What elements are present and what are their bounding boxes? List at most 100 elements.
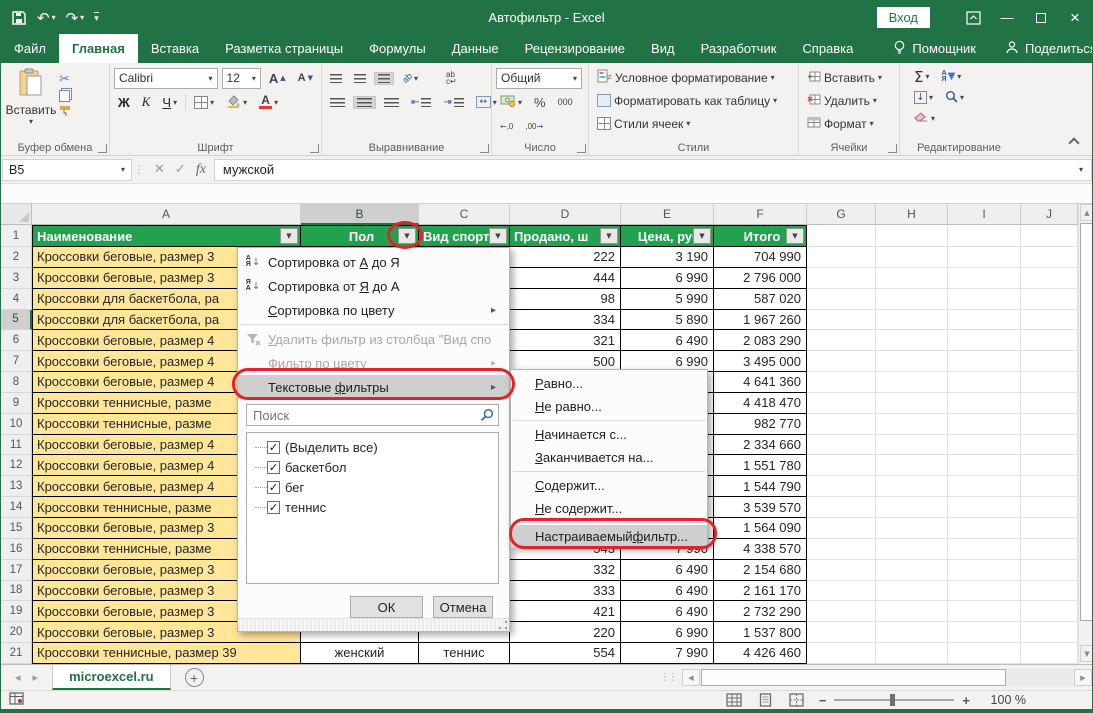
filter-menu-item[interactable]: АЯ↓Сортировка от А до Я xyxy=(238,250,509,274)
cell[interactable] xyxy=(948,581,1021,602)
decrease-indent-button[interactable]: ⇤ xyxy=(407,95,435,110)
row-header[interactable]: 2 xyxy=(1,247,32,268)
row-header[interactable]: 3 xyxy=(1,268,32,289)
row-header[interactable]: 7 xyxy=(1,351,32,372)
cell[interactable]: 3 190 xyxy=(621,247,714,268)
cell[interactable] xyxy=(948,393,1021,414)
align-bottom-button[interactable] xyxy=(374,72,394,85)
cell[interactable]: 2 161 170 xyxy=(714,581,807,602)
cell[interactable] xyxy=(876,268,948,289)
wrap-text-button[interactable]: abc↵ xyxy=(442,69,461,87)
cell[interactable] xyxy=(876,372,948,393)
font-color-button[interactable]: А▾ xyxy=(255,93,282,111)
cell[interactable]: 4 418 470 xyxy=(714,393,807,414)
row-header[interactable]: 1 xyxy=(1,225,32,247)
cell[interactable]: 98 xyxy=(510,289,621,310)
menu-resize-strip[interactable] xyxy=(238,618,509,631)
expand-formula-bar-icon[interactable]: ▾ xyxy=(1079,165,1083,174)
submenu-item[interactable]: Не содержит... xyxy=(511,497,707,520)
column-header-B[interactable]: B xyxy=(301,204,419,225)
cell[interactable] xyxy=(876,455,948,476)
bold-button[interactable]: Ж xyxy=(114,93,134,112)
filter-checkbox-item[interactable]: ✓бег xyxy=(249,477,496,497)
zoom-slider-thumb[interactable] xyxy=(890,694,895,706)
cell[interactable] xyxy=(807,581,876,602)
borders-button[interactable]: ▾ xyxy=(190,94,218,111)
cell[interactable] xyxy=(1021,581,1078,602)
select-all-corner[interactable] xyxy=(1,204,32,225)
cell[interactable] xyxy=(807,268,876,289)
cut-icon[interactable]: ✂ xyxy=(59,72,71,87)
ribbon-tab[interactable]: Справка xyxy=(789,34,866,63)
comma-style-button[interactable]: 000 xyxy=(554,95,577,109)
cell[interactable] xyxy=(876,643,948,664)
cell[interactable]: 333 xyxy=(510,581,621,602)
customize-qat-icon[interactable]: ▾ xyxy=(94,12,99,24)
cell[interactable] xyxy=(1021,289,1078,310)
zoom-in-icon[interactable]: + xyxy=(962,693,970,708)
cell[interactable] xyxy=(1021,497,1078,518)
cell[interactable]: 554 xyxy=(510,643,621,664)
page-break-view-icon[interactable] xyxy=(788,693,805,708)
cell[interactable] xyxy=(876,310,948,331)
redo-icon[interactable]: ↷▾ xyxy=(66,9,85,27)
cell[interactable] xyxy=(948,497,1021,518)
row-header[interactable]: 17 xyxy=(1,560,32,581)
italic-button[interactable]: К xyxy=(138,92,155,112)
cell[interactable] xyxy=(948,518,1021,539)
decrease-decimal-button[interactable]: ,00→ xyxy=(521,120,547,133)
maximize-button[interactable] xyxy=(1024,1,1058,34)
cell[interactable] xyxy=(876,622,948,643)
cell[interactable]: 1 544 790 xyxy=(714,476,807,497)
macro-record-icon[interactable] xyxy=(9,692,24,708)
cell[interactable] xyxy=(1021,622,1078,643)
cell[interactable] xyxy=(948,330,1021,351)
cell[interactable]: 2 334 660 xyxy=(714,435,807,456)
increase-decimal-button[interactable]: ←,0 xyxy=(496,120,517,133)
filter-button[interactable]: ▼ xyxy=(280,228,298,244)
ribbon-tab[interactable]: Рецензирование xyxy=(512,34,638,63)
close-button[interactable]: × xyxy=(1058,1,1092,34)
cell[interactable]: теннис xyxy=(419,643,510,664)
align-center-button[interactable] xyxy=(353,96,376,109)
number-dialog-launcher[interactable] xyxy=(577,144,586,153)
cell[interactable] xyxy=(876,518,948,539)
cell[interactable] xyxy=(1021,539,1078,560)
undo-icon[interactable]: ↶▾ xyxy=(37,9,56,27)
cell[interactable]: 3 495 000 xyxy=(714,351,807,372)
fill-color-button[interactable]: ▾ xyxy=(222,92,251,113)
insert-function-icon[interactable]: fx xyxy=(196,162,206,178)
delete-cells-button[interactable]: Удалить▾ xyxy=(807,89,895,112)
next-sheet-icon[interactable]: ▸ xyxy=(33,671,39,684)
cell[interactable]: Кроссовки теннисные, размер 39 xyxy=(32,643,301,664)
row-header[interactable]: 8 xyxy=(1,372,32,393)
cell[interactable]: 1 551 780 xyxy=(714,455,807,476)
cell[interactable] xyxy=(807,560,876,581)
cell[interactable] xyxy=(1021,225,1078,247)
cell[interactable] xyxy=(948,435,1021,456)
cell[interactable] xyxy=(876,414,948,435)
column-header-A[interactable]: A xyxy=(32,204,301,225)
align-top-button[interactable] xyxy=(326,72,346,85)
cell[interactable] xyxy=(948,622,1021,643)
cell[interactable] xyxy=(807,414,876,435)
cell[interactable]: 1 537 800 xyxy=(714,622,807,643)
cell[interactable] xyxy=(948,225,1021,247)
font-size-select[interactable]: 12▾ xyxy=(222,68,261,89)
cell[interactable] xyxy=(948,247,1021,268)
cell[interactable]: 4 426 460 xyxy=(714,643,807,664)
ok-button[interactable]: ОК xyxy=(350,596,423,618)
vertical-scrollbar[interactable]: ▲ ▼ xyxy=(1078,204,1093,664)
share-button[interactable]: Поделиться xyxy=(989,34,1093,63)
find-select-button[interactable]: ▾ xyxy=(941,88,968,108)
cell[interactable] xyxy=(876,560,948,581)
fill-button[interactable]: ↓▾ xyxy=(910,89,937,106)
cell[interactable] xyxy=(1021,414,1078,435)
cell[interactable] xyxy=(807,622,876,643)
cell[interactable] xyxy=(1021,268,1078,289)
cell[interactable] xyxy=(807,289,876,310)
row-header[interactable]: 10 xyxy=(1,414,32,435)
cancel-entry-icon[interactable]: ✕ xyxy=(154,162,165,177)
horizontal-scrollbar[interactable]: ⋮⋮ ◀ ▶ xyxy=(654,665,1092,690)
cell[interactable] xyxy=(948,455,1021,476)
